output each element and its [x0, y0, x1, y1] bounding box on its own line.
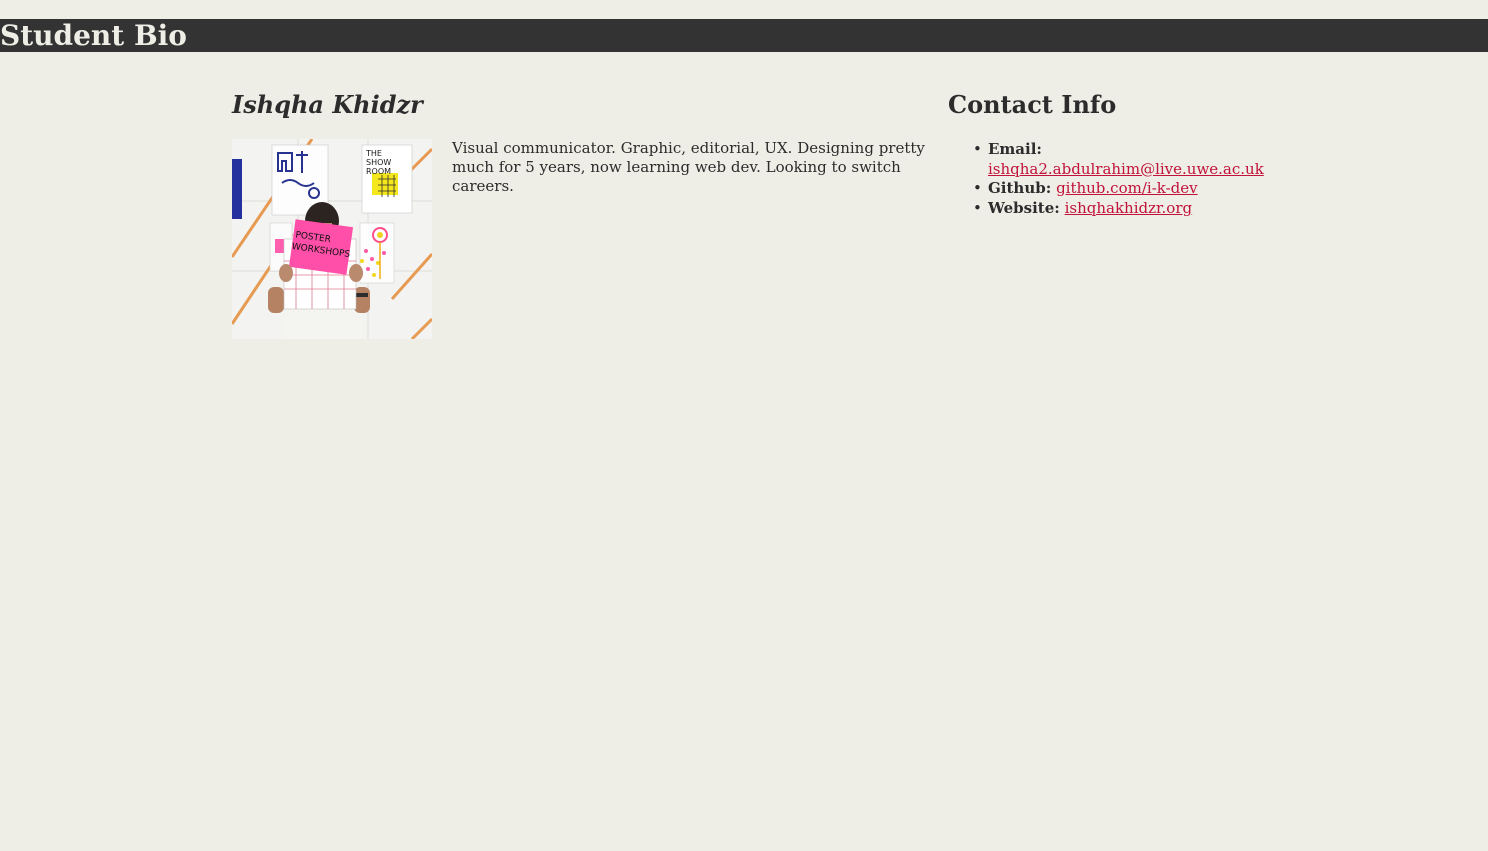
contact-item-email: Email: ishqha2.abdulrahim@live.uwe.ac.uk	[973, 140, 1288, 179]
github-label: Github:	[988, 179, 1052, 197]
website-link[interactable]: ishqhakhidzr.org	[1065, 199, 1193, 217]
student-bio-text: Visual communicator. Graphic, editorial,…	[452, 139, 925, 195]
student-bio-section: Ishqha Khidzr THE SHOW ROOM POSTER WORKS…	[232, 88, 942, 339]
contact-item-github: Github: github.com/i-k-dev	[973, 179, 1288, 199]
email-link[interactable]: ishqha2.abdulrahim@live.uwe.ac.uk	[988, 160, 1264, 178]
contact-info-section: Contact Info Email: ishqha2.abdulrahim@l…	[948, 88, 1268, 218]
contact-info-heading: Contact Info	[948, 90, 1117, 119]
student-photo: THE SHOW ROOM POSTER WORKSHOPS	[232, 139, 432, 339]
svg-text:SHOW: SHOW	[366, 158, 391, 167]
email-label: Email:	[988, 140, 1042, 158]
website-label: Website:	[988, 198, 1060, 217]
student-name: Ishqha Khidzr	[232, 90, 423, 119]
svg-text:ROOM: ROOM	[366, 167, 391, 176]
github-link[interactable]: github.com/i-k-dev	[1056, 179, 1198, 197]
top-bar: Student Bio	[0, 19, 1488, 52]
contact-list: Email: ishqha2.abdulrahim@live.uwe.ac.uk…	[948, 140, 1288, 218]
contact-item-website: Website: ishqhakhidzr.org	[973, 198, 1288, 219]
site-title: Student Bio	[0, 19, 187, 52]
svg-text:THE: THE	[365, 149, 382, 158]
